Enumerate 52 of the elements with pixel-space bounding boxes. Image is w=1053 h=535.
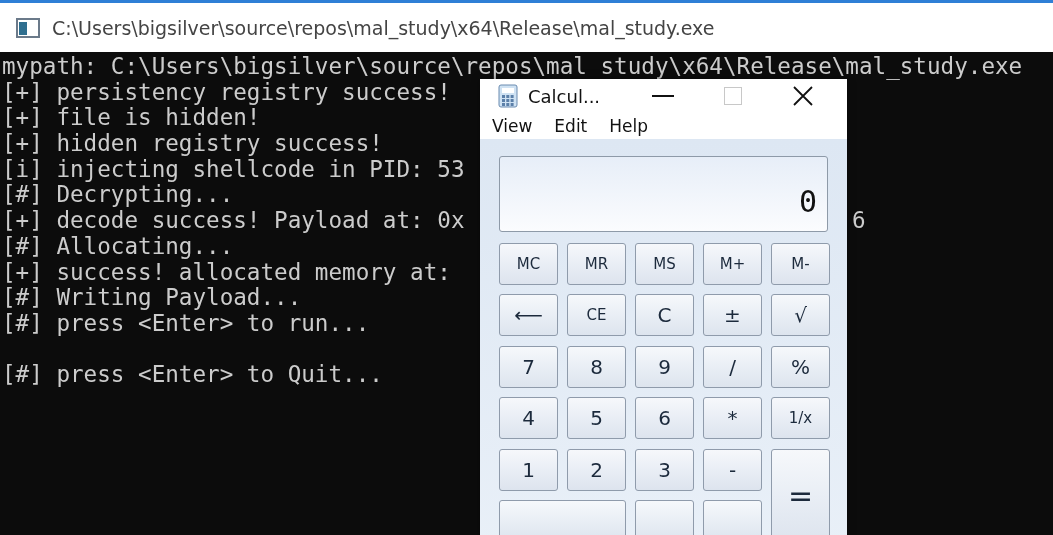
window-title: Calcul... xyxy=(528,85,602,107)
calculator-display: 0 xyxy=(499,155,828,232)
calculator-key[interactable]: % xyxy=(771,345,830,388)
calculator-key[interactable]: M- xyxy=(771,242,830,285)
menu-item[interactable]: View xyxy=(492,115,533,136)
calculator-key[interactable]: 6 xyxy=(635,397,694,439)
calculator-key[interactable]: CE xyxy=(567,294,626,336)
calculator-key[interactable]: / xyxy=(703,345,762,388)
console-line: [#] press <Enter> to run... xyxy=(2,310,371,337)
console-line: [#] Writing Payload... xyxy=(2,285,303,311)
console-icon xyxy=(16,17,40,38)
maximize-icon xyxy=(724,87,742,106)
calculator-key[interactable]: MC xyxy=(499,242,558,285)
console-line: [+] success! allocated memory at: xyxy=(2,259,452,286)
calculator-key[interactable]: 3 xyxy=(635,448,694,491)
calculator-key[interactable] xyxy=(499,500,626,535)
equals-key[interactable]: = xyxy=(771,448,830,535)
calculator-key[interactable]: 2 xyxy=(567,448,626,491)
console-line: mypath: C:\Users\bigsilver\source\repos\mal_study\x64\Release\mal_study.exe xyxy=(2,54,1024,80)
calculator-key[interactable] xyxy=(635,500,694,535)
menu-item[interactable]: Edit xyxy=(554,115,588,136)
menu-item[interactable]: Help xyxy=(609,115,649,136)
calculator-key[interactable]: ⟵ xyxy=(499,294,558,336)
calculator-key[interactable]: - xyxy=(703,448,762,491)
window-title: C:\Users\bigsilver\source\repos\mal_study\x64\Release\mal_study.exe xyxy=(52,16,715,39)
console-line: [#] Decrypting... xyxy=(2,182,235,209)
calculator-key[interactable]: C xyxy=(635,294,694,336)
calculator-key[interactable]: 5 xyxy=(567,397,626,439)
calculator-key[interactable]: 1/x xyxy=(771,397,830,439)
console-line: [i] injecting shellcode in PID: 53 xyxy=(2,156,466,183)
calculator-key[interactable]: MR xyxy=(567,242,626,285)
console-line: [#] press <Enter> to Quit... xyxy=(2,362,384,388)
calculator-icon xyxy=(498,84,518,109)
calculator-key[interactable]: MS xyxy=(635,242,694,285)
console-line: [+] hidden registry success! xyxy=(2,131,384,157)
calculator-key[interactable]: 9 xyxy=(635,345,694,388)
calculator-key[interactable]: √ xyxy=(771,294,830,336)
console-line: [+] decode success! Payload at: 0x xyxy=(2,208,466,234)
calculator-key[interactable]: M+ xyxy=(703,242,762,285)
calculator-key[interactable]: ± xyxy=(703,294,762,336)
console-text: 6 xyxy=(852,208,867,234)
minimize-icon xyxy=(652,95,674,98)
calculator-key[interactable]: 8 xyxy=(567,345,626,388)
close-icon xyxy=(793,86,813,107)
calculator-key[interactable]: 7 xyxy=(499,345,558,388)
calculator-key[interactable]: 1 xyxy=(499,448,558,491)
console-line: [+] file is hidden! xyxy=(2,105,261,132)
console-line: [#] Allocating... xyxy=(2,233,235,260)
calculator-key[interactable]: 4 xyxy=(499,397,558,439)
console-line: [+] persistency registry success! xyxy=(2,79,451,106)
calculator-key[interactable]: * xyxy=(703,397,762,439)
calculator-key[interactable] xyxy=(703,500,762,535)
